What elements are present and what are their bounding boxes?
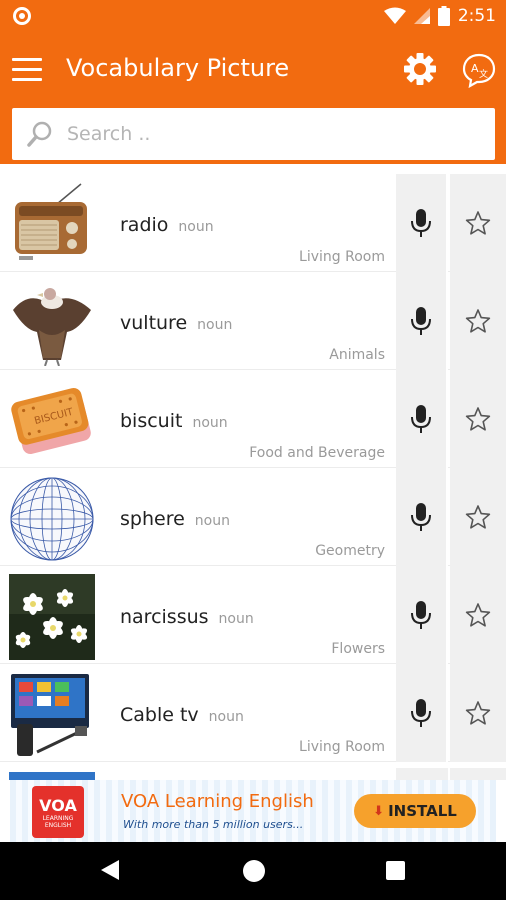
vulture-thumbnail xyxy=(9,280,95,366)
list-item[interactable]: Cable tv noun Living Room xyxy=(0,664,506,762)
home-icon[interactable] xyxy=(243,860,265,882)
search-icon xyxy=(27,121,52,147)
radio-thumbnail xyxy=(9,182,95,268)
download-arrow-icon: ⬇ xyxy=(373,803,385,819)
mic-button[interactable] xyxy=(396,272,448,370)
category-label: Living Room xyxy=(299,249,385,265)
narcissus-thumbnail xyxy=(9,574,95,660)
word-label: narcissus noun xyxy=(120,606,254,628)
star-icon xyxy=(465,309,491,333)
mic-button[interactable] xyxy=(396,174,448,272)
search-input[interactable]: Search .. xyxy=(12,108,495,160)
word-label: sphere noun xyxy=(120,508,230,530)
list-item[interactable]: radio noun Living Room xyxy=(0,174,506,272)
biscuit-thumbnail: BISCUIT xyxy=(9,378,95,464)
part-of-speech: noun xyxy=(192,415,228,431)
microphone-icon xyxy=(411,503,431,531)
list-item[interactable]: BISCUIT biscuit noun Food and Beverage xyxy=(0,370,506,468)
list-item[interactable]: sphere noun Geometry xyxy=(0,468,506,566)
ad-banner[interactable]: VOA LEARNING ENGLISH VOA Learning Englis… xyxy=(10,780,496,842)
microphone-icon xyxy=(411,405,431,433)
status-bar: 2:51 xyxy=(0,0,506,32)
favorite-button[interactable] xyxy=(450,272,506,370)
word-label: vulture noun xyxy=(120,312,233,334)
word-label: radio noun xyxy=(120,214,214,236)
status-time: 2:51 xyxy=(457,6,496,26)
search-placeholder: Search .. xyxy=(67,123,151,145)
star-icon xyxy=(465,211,491,235)
part-of-speech: noun xyxy=(197,317,233,333)
wifi-icon xyxy=(383,7,406,24)
gear-icon[interactable] xyxy=(403,52,437,86)
word-list: radio noun Living Room vulture noun Animal… xyxy=(0,174,506,780)
notification-app-icon xyxy=(13,7,31,25)
part-of-speech: noun xyxy=(194,513,230,529)
svg-text:文: 文 xyxy=(479,68,488,80)
app-title: Vocabulary Picture xyxy=(66,54,290,82)
microphone-icon xyxy=(411,209,431,237)
signal-icon xyxy=(413,8,430,24)
star-icon xyxy=(465,407,491,431)
mic-button[interactable] xyxy=(396,566,448,664)
part-of-speech: noun xyxy=(218,611,254,627)
recent-apps-icon[interactable] xyxy=(386,861,405,880)
word-label: Cable tv noun xyxy=(120,704,244,726)
ad-title: VOA Learning English xyxy=(121,791,314,812)
part-of-speech: noun xyxy=(208,709,244,725)
translate-icon[interactable]: A 文 xyxy=(461,52,497,88)
ad-logo: VOA LEARNING ENGLISH xyxy=(32,786,84,838)
category-label: Animals xyxy=(329,347,385,363)
category-label: Geometry xyxy=(315,543,385,559)
app-bar: Vocabulary Picture A 文 xyxy=(0,32,506,108)
cable-tv-thumbnail xyxy=(9,672,95,758)
favorite-button[interactable] xyxy=(450,468,506,566)
category-label: Flowers xyxy=(331,641,385,657)
microphone-icon xyxy=(411,601,431,629)
category-label: Food and Beverage xyxy=(249,445,385,461)
install-button[interactable]: ⬇ INSTALL xyxy=(354,794,476,828)
mic-button[interactable] xyxy=(396,370,448,468)
favorite-button[interactable] xyxy=(450,174,506,272)
word-label: biscuit noun xyxy=(120,410,228,432)
svg-text:A: A xyxy=(471,62,479,75)
star-icon xyxy=(465,603,491,627)
favorite-button[interactable] xyxy=(450,370,506,468)
status-icons: 2:51 xyxy=(383,5,496,27)
back-icon[interactable] xyxy=(100,859,120,881)
category-label: Living Room xyxy=(299,739,385,755)
mic-button[interactable] xyxy=(396,468,448,566)
favorite-button[interactable] xyxy=(450,664,506,762)
star-icon xyxy=(465,701,491,725)
part-of-speech: noun xyxy=(178,219,214,235)
favorite-button[interactable] xyxy=(450,566,506,664)
menu-icon[interactable] xyxy=(12,58,42,82)
search-bar: Search .. xyxy=(0,108,506,164)
list-item[interactable]: narcissus noun Flowers xyxy=(0,566,506,664)
microphone-icon xyxy=(411,699,431,727)
mic-button[interactable] xyxy=(396,664,448,762)
star-icon xyxy=(465,505,491,529)
navigation-bar xyxy=(0,842,506,900)
battery-icon xyxy=(437,6,450,26)
list-item-partial xyxy=(0,768,506,780)
list-item[interactable]: vulture noun Animals xyxy=(0,272,506,370)
sphere-thumbnail xyxy=(9,476,95,562)
ad-subtitle: With more than 5 million users... xyxy=(123,818,304,831)
microphone-icon xyxy=(411,307,431,335)
